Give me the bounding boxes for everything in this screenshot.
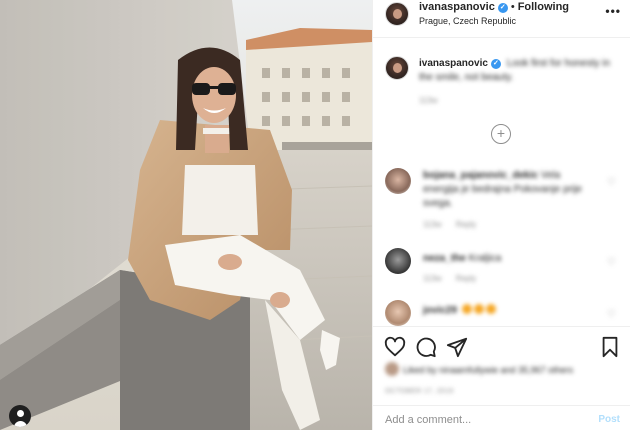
- post-date: OCTOBER 17, 2019: [385, 388, 454, 395]
- reply-button[interactable]: Reply: [456, 220, 476, 229]
- comment-username[interactable]: bojana_pajanovic_dekic: [423, 170, 538, 181]
- tagged-user-icon[interactable]: [9, 405, 31, 427]
- emoji-icon: [485, 304, 496, 314]
- comment-like-heart-icon[interactable]: ♡: [607, 258, 617, 268]
- comment-text-block: jovic29: [423, 304, 595, 318]
- comment-text-block: bojana_pajanovic_dekic Vela energija je …: [423, 169, 595, 211]
- liker-avatar: [385, 362, 399, 376]
- comment-time: 113w: [423, 274, 442, 283]
- post-actions-bar: [373, 326, 630, 366]
- post-comment-button[interactable]: Post: [598, 414, 620, 425]
- verified-badge-icon: ✓: [497, 3, 508, 13]
- comment-username[interactable]: neza_the: [423, 253, 466, 264]
- emoji-icon: [473, 304, 484, 314]
- add-comment-bar: Post: [373, 405, 630, 430]
- comment-like-heart-icon[interactable]: ♡: [607, 310, 617, 320]
- comment-like-heart-icon[interactable]: ♡: [607, 178, 617, 188]
- reply-button[interactable]: Reply: [456, 274, 476, 283]
- separator-dot: •: [510, 1, 515, 13]
- comment-text-block: neza_the Kraljica: [423, 252, 595, 266]
- more-options-icon[interactable]: •••: [605, 4, 621, 18]
- plus-circle-icon[interactable]: +: [491, 124, 511, 144]
- caption-verified-badge-icon: ✓: [490, 59, 501, 69]
- post-location[interactable]: Prague, Czech Republic: [419, 16, 516, 26]
- caption-text-block: ivanaspanovic ✓ Look first for honesty in…: [419, 57, 619, 85]
- user-tag-body: [14, 421, 27, 427]
- comment-icon[interactable]: [415, 336, 437, 358]
- bookmark-icon[interactable]: [599, 336, 621, 358]
- caption-avatar[interactable]: [385, 56, 409, 80]
- post-header: ivanaspanovic ✓ • Following Prague, Czech R…: [373, 0, 630, 38]
- comment-meta: 113w Reply: [423, 220, 488, 229]
- likes-summary[interactable]: Liked by ninaamfullywie and 35,967 other…: [385, 362, 573, 376]
- user-tag-head: [17, 410, 24, 417]
- comment-avatar[interactable]: [385, 168, 411, 194]
- comment-avatar[interactable]: [385, 248, 411, 274]
- author-username[interactable]: ivanaspanovic: [419, 1, 495, 13]
- likes-text: Liked by ninaamfullywie and 35,967 other…: [403, 365, 574, 375]
- comment-body: Kraljica: [468, 253, 502, 264]
- add-comment-input[interactable]: [385, 412, 585, 428]
- caption-username[interactable]: ivanaspanovic: [419, 58, 488, 69]
- comment-time: 113w: [423, 220, 442, 229]
- comment-username[interactable]: jovic29: [423, 305, 457, 316]
- author-avatar[interactable]: [385, 2, 409, 26]
- post-side-panel: ivanaspanovic ✓ • Following Prague, Czech R…: [372, 0, 630, 430]
- caption-time: 113w: [419, 96, 438, 105]
- emoji-icon: [461, 304, 472, 314]
- post-photo[interactable]: [0, 0, 372, 430]
- paper-plane-icon[interactable]: [446, 336, 468, 358]
- heart-icon[interactable]: [384, 336, 406, 358]
- following-button[interactable]: Following: [518, 1, 569, 13]
- comment-avatar[interactable]: [385, 300, 411, 326]
- author-line: ivanaspanovic ✓ • Following: [419, 1, 569, 13]
- post-image: [0, 0, 372, 430]
- comment-meta: 113w Reply: [423, 274, 488, 283]
